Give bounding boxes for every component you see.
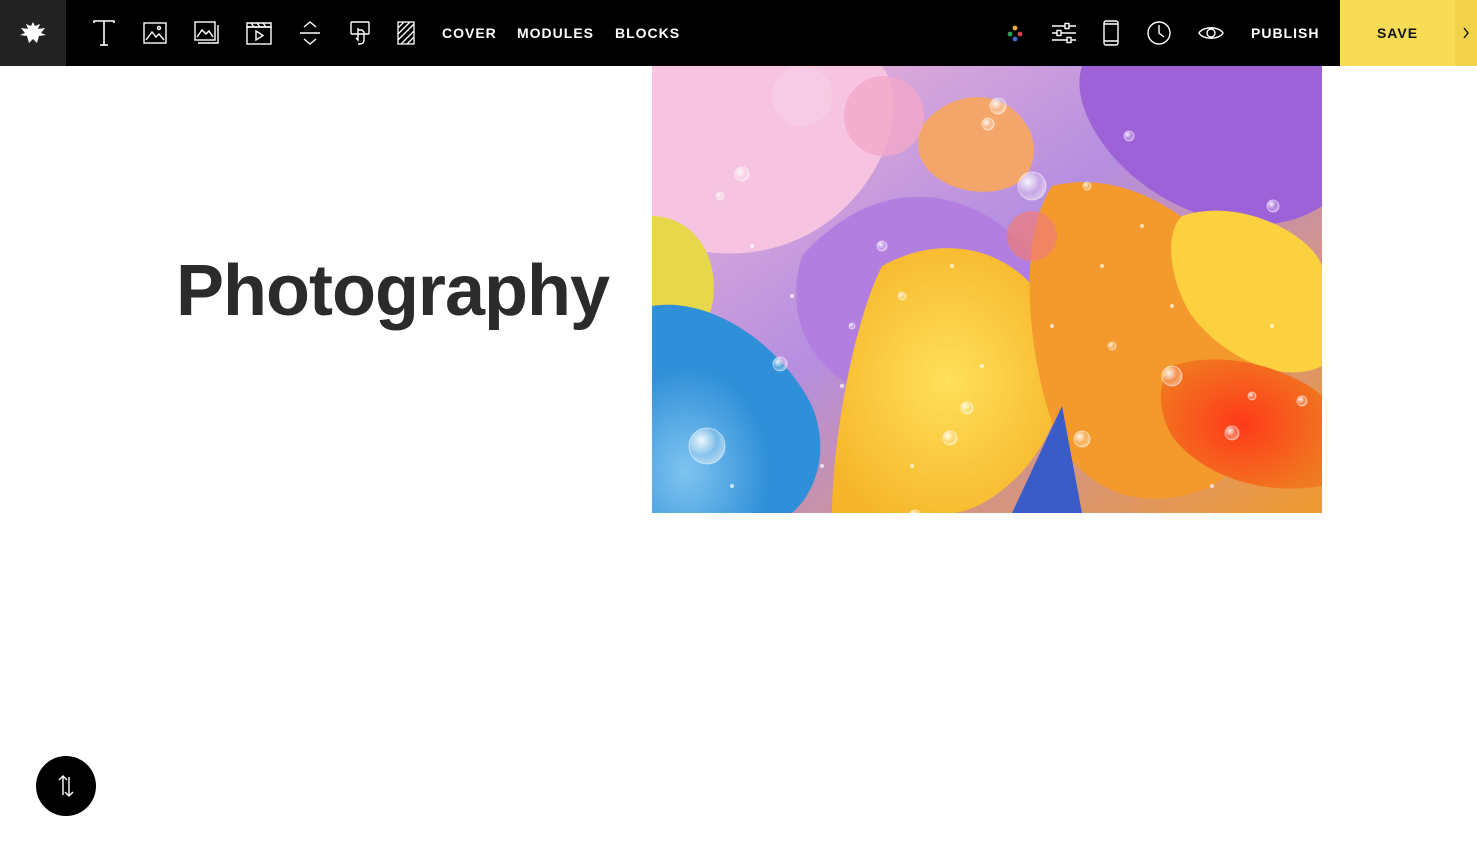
video-tool-icon[interactable] bbox=[237, 0, 281, 66]
chevron-right-icon[interactable] bbox=[1455, 0, 1477, 66]
history-clock-icon[interactable] bbox=[1137, 0, 1181, 66]
save-button[interactable]: SAVE bbox=[1340, 0, 1455, 66]
faint-footer-strip bbox=[272, 844, 1232, 854]
button-tool-icon[interactable] bbox=[338, 0, 382, 66]
preview-eye-icon[interactable] bbox=[1189, 0, 1233, 66]
palette-icon[interactable] bbox=[993, 0, 1037, 66]
gallery-tool-icon[interactable] bbox=[185, 0, 229, 66]
text-tool-icon[interactable] bbox=[82, 0, 126, 66]
publish-button[interactable]: PUBLISH bbox=[1251, 0, 1319, 66]
nav-modules[interactable]: MODULES bbox=[517, 0, 594, 66]
spacer-tool-icon[interactable] bbox=[288, 0, 332, 66]
image-tool-icon[interactable] bbox=[133, 0, 177, 66]
editor-page: COVER MODULES BLOCKS PUBLISH SAVE Photog… bbox=[0, 0, 1477, 854]
reorder-arrows-icon[interactable] bbox=[36, 756, 96, 816]
top-toolbar: COVER MODULES BLOCKS PUBLISH SAVE bbox=[0, 0, 1477, 66]
settings-sliders-icon[interactable] bbox=[1042, 0, 1086, 66]
mobile-preview-icon[interactable] bbox=[1089, 0, 1133, 66]
nav-blocks[interactable]: BLOCKS bbox=[615, 0, 680, 66]
page-title[interactable]: Photography bbox=[176, 250, 610, 332]
grid-tool-icon[interactable] bbox=[384, 0, 428, 66]
nav-cover[interactable]: COVER bbox=[442, 0, 497, 66]
eagle-logo-icon[interactable] bbox=[0, 0, 66, 66]
abstract-oil-bubbles-image[interactable] bbox=[652, 66, 1322, 513]
